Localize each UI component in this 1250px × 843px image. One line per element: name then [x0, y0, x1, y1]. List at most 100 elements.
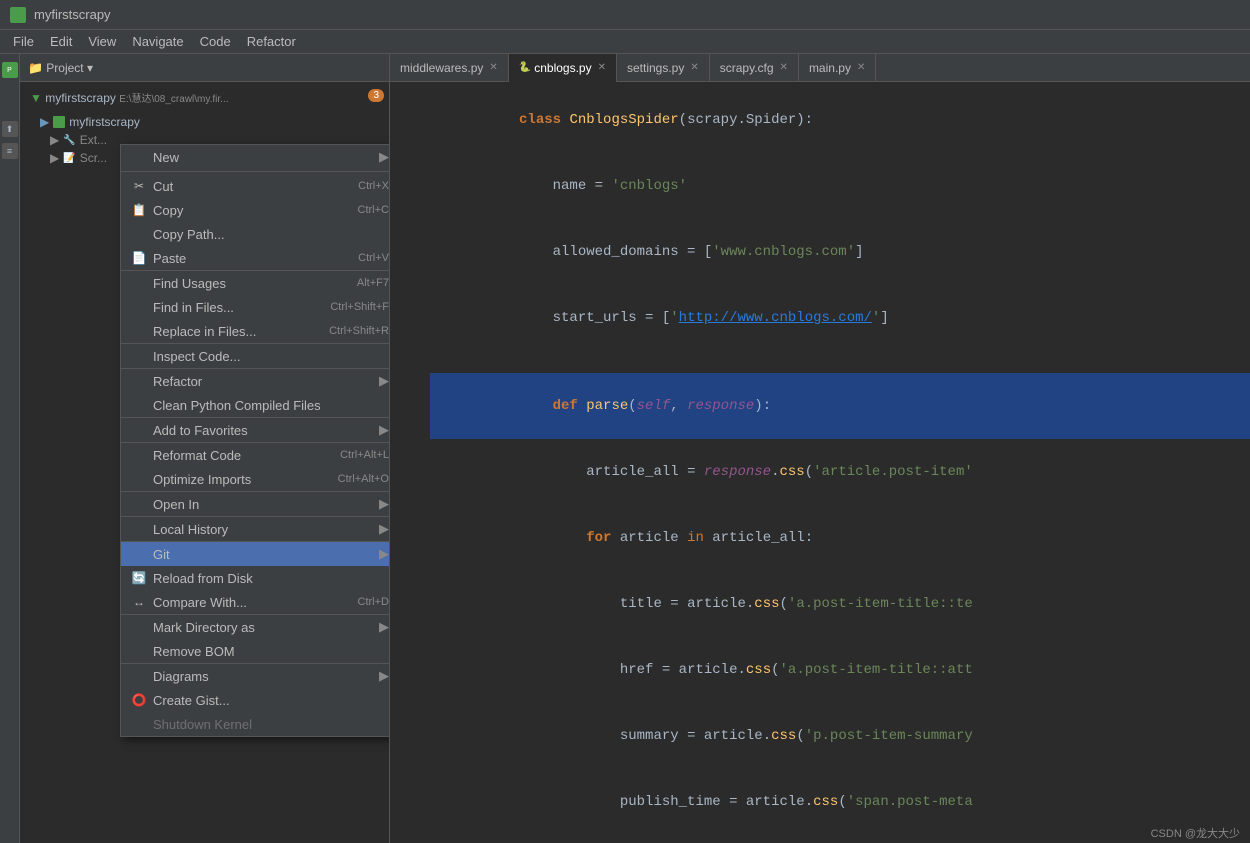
- code-line-8: for article in article_all:: [390, 505, 1250, 571]
- code-line-4: start_urls = ['http://www.cnblogs.com/']: [390, 285, 1250, 351]
- new-icon: [131, 149, 147, 165]
- reload-icon: 🔄: [131, 570, 147, 586]
- project-panel: 📁 Project ▾ 3 ▼ myfirstscrapy E:\慧达\08_c…: [20, 54, 390, 843]
- title-bar: myfirstscrapy: [0, 0, 1250, 30]
- tab-close-cnblogs[interactable]: ✕: [598, 62, 606, 73]
- ctx-item-reload-disk[interactable]: 🔄 Reload from Disk: [121, 566, 390, 590]
- tab-middlewares[interactable]: middlewares.py ✕: [390, 54, 509, 82]
- ctx-item-add-favorites[interactable]: Add to Favorites ▶: [121, 418, 390, 443]
- compare-icon: ↔: [131, 594, 147, 610]
- code-line-5: [390, 351, 1250, 373]
- commit-sidebar-icon[interactable]: ⬆: [2, 121, 18, 137]
- ctx-item-optimize-imports[interactable]: Optimize Imports Ctrl+Alt+O: [121, 467, 390, 492]
- code-line-7: article_all = response.css('article.post…: [390, 439, 1250, 505]
- ctx-item-find-files[interactable]: Find in Files... Ctrl+Shift+F: [121, 295, 390, 319]
- paste-icon: 📄: [131, 250, 147, 266]
- reformat-icon: [131, 447, 147, 463]
- code-editor[interactable]: class CnblogsSpider(scrapy.Spider): name…: [390, 82, 1250, 843]
- tab-mainpy[interactable]: main.py ✕: [799, 54, 876, 82]
- ctx-item-replace-files[interactable]: Replace in Files... Ctrl+Shift+R: [121, 319, 390, 344]
- code-line-2: name = 'cnblogs': [390, 153, 1250, 219]
- ctx-item-diagrams[interactable]: Diagrams ▶: [121, 664, 390, 688]
- diagrams-icon: [131, 668, 147, 684]
- code-line-11: summary = article.css('p.post-item-summa…: [390, 703, 1250, 769]
- project-subfolder: ▶ myfirstscrapy: [20, 113, 389, 131]
- code-line-10: href = article.css('a.post-item-title::a…: [390, 637, 1250, 703]
- tab-close-scrapycfg[interactable]: ✕: [780, 62, 788, 73]
- structure-sidebar-icon[interactable]: ≡: [2, 143, 18, 159]
- ctx-item-inspect-code[interactable]: Inspect Code...: [121, 344, 390, 369]
- local-history-icon: [131, 521, 147, 537]
- ctx-item-open-in[interactable]: Open In ▶: [121, 492, 390, 517]
- ctx-item-create-gist[interactable]: ⭕ Create Gist...: [121, 688, 390, 712]
- tab-settings[interactable]: settings.py ✕: [617, 54, 710, 82]
- status-bar: CSDN @龙大大少: [1141, 823, 1250, 843]
- tab-close-settings[interactable]: ✕: [690, 62, 698, 73]
- ctx-item-clean-python[interactable]: Clean Python Compiled Files: [121, 393, 390, 418]
- vcs-changes-badge: 3: [368, 89, 384, 102]
- code-line-1: class CnblogsSpider(scrapy.Spider):: [390, 87, 1250, 153]
- refactor-icon: [131, 373, 147, 389]
- cut-icon: ✂: [131, 178, 147, 194]
- menu-navigate[interactable]: Navigate: [124, 32, 191, 51]
- project-tree: ▼ myfirstscrapy E:\慧达\08_crawl\my.fir...: [20, 82, 389, 113]
- ctx-item-copy[interactable]: 📋 Copy Ctrl+C: [121, 198, 390, 222]
- find-usages-icon: [131, 275, 147, 291]
- menu-refactor[interactable]: Refactor: [239, 32, 304, 51]
- tab-label-middlewares: middlewares.py: [400, 61, 483, 75]
- tab-label-cnblogs: cnblogs.py: [534, 61, 591, 75]
- ctx-item-compare-with[interactable]: ↔ Compare With... Ctrl+D: [121, 590, 390, 615]
- tab-scrapycfg[interactable]: scrapy.cfg ✕: [710, 54, 799, 82]
- ctx-item-remove-bom[interactable]: Remove BOM: [121, 639, 390, 664]
- tab-label-settings: settings.py: [627, 61, 684, 75]
- ctx-item-shutdown-kernel: Shutdown Kernel: [121, 712, 390, 736]
- tab-close-middlewares[interactable]: ✕: [489, 62, 497, 73]
- mark-dir-icon: [131, 619, 147, 635]
- menu-view[interactable]: View: [80, 32, 124, 51]
- menu-edit[interactable]: Edit: [42, 32, 80, 51]
- tab-label-mainpy: main.py: [809, 61, 851, 75]
- main-layout: P ⬆ ≡ 📁 Project ▾ 3 ▼ myfirstscrapy E:\慧…: [0, 54, 1250, 843]
- menu-code[interactable]: Code: [192, 32, 239, 51]
- code-line-12: publish_time = article.css('span.post-me…: [390, 769, 1250, 835]
- side-icon-bar: P ⬆ ≡: [0, 54, 20, 843]
- tab-bar: middlewares.py ✕ 🐍 cnblogs.py ✕ settings…: [390, 54, 1250, 82]
- app-icon: [10, 7, 26, 23]
- ctx-item-new[interactable]: New ▶: [121, 145, 390, 169]
- project-sidebar-icon[interactable]: P: [2, 62, 18, 78]
- status-bar-text: CSDN @龙大大少: [1151, 828, 1240, 840]
- tab-cnblogs[interactable]: 🐍 cnblogs.py ✕: [509, 54, 617, 82]
- favorites-icon: [131, 422, 147, 438]
- window-title: myfirstscrapy: [34, 7, 111, 22]
- ctx-item-local-history[interactable]: Local History ▶: [121, 517, 390, 542]
- shutdown-icon: [131, 716, 147, 732]
- copy-icon: 📋: [131, 202, 147, 218]
- git-icon: [131, 546, 147, 562]
- copy-path-icon: [131, 226, 147, 242]
- ctx-item-paste[interactable]: 📄 Paste Ctrl+V: [121, 246, 390, 271]
- code-line-9: title = article.css('a.post-item-title::…: [390, 571, 1250, 637]
- code-area: middlewares.py ✕ 🐍 cnblogs.py ✕ settings…: [390, 54, 1250, 843]
- menu-file[interactable]: File: [5, 32, 42, 51]
- project-panel-header: 📁 Project ▾: [20, 54, 389, 82]
- clean-python-icon: [131, 397, 147, 413]
- open-in-icon: [131, 496, 147, 512]
- optimize-icon: [131, 471, 147, 487]
- gist-icon: ⭕: [131, 692, 147, 708]
- code-line-6: def parse(self, response):: [390, 373, 1250, 439]
- ctx-item-cut[interactable]: ✂ Cut Ctrl+X: [121, 174, 390, 198]
- project-panel-title: 📁 Project ▾: [28, 61, 93, 75]
- ctx-item-mark-dir[interactable]: Mark Directory as ▶: [121, 615, 390, 639]
- ctx-item-reformat[interactable]: Reformat Code Ctrl+Alt+L: [121, 443, 390, 467]
- ctx-item-git[interactable]: Git ▶: [121, 542, 390, 566]
- tab-close-mainpy[interactable]: ✕: [857, 62, 865, 73]
- inspect-code-icon: [131, 348, 147, 364]
- menu-bar: File Edit View Navigate Code Refactor: [0, 30, 1250, 54]
- ctx-item-copy-path[interactable]: Copy Path...: [121, 222, 390, 246]
- code-line-13: print('*'*100): [390, 835, 1250, 843]
- ctx-item-refactor[interactable]: Refactor ▶: [121, 369, 390, 393]
- tab-label-scrapycfg: scrapy.cfg: [720, 61, 774, 75]
- ctx-item-find-usages[interactable]: Find Usages Alt+F7: [121, 271, 390, 295]
- remove-bom-icon: [131, 643, 147, 659]
- context-menu-main: New ▶ ✂ Cut Ctrl+X 📋 Copy Ctrl+C Copy Pa…: [120, 144, 390, 737]
